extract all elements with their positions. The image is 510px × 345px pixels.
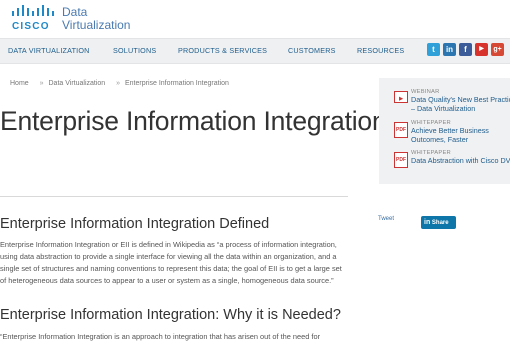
pdf-icon: PDF bbox=[394, 152, 408, 168]
breadcrumb: Home » Data Virtualization » Enterprise … bbox=[10, 80, 232, 87]
nav-products-services[interactable]: PRODUCTS & SERVICES bbox=[178, 46, 267, 55]
breadcrumb-separator: » bbox=[39, 80, 44, 87]
breadcrumb-data-virtualization[interactable]: Data Virtualization bbox=[49, 80, 106, 87]
section-body-defined: Enterprise Information Integration or EI… bbox=[0, 240, 342, 285]
twitter-icon[interactable]: t bbox=[427, 43, 440, 56]
nav-customers[interactable]: CUSTOMERS bbox=[288, 46, 336, 55]
nav-resources[interactable]: RESOURCES bbox=[357, 46, 404, 55]
page-title: Enterprise Information Integration bbox=[0, 106, 387, 136]
pdf-icon: PDF bbox=[394, 122, 408, 138]
resources-sidebar: ▶ WEBINAR Data Quality's New Best Practi… bbox=[379, 78, 510, 184]
logo-text: CISCO bbox=[12, 21, 50, 32]
resource-link[interactable]: Achieve Better Business Outcomes, Faster bbox=[411, 126, 510, 144]
breadcrumb-current: Enterprise Information Integration bbox=[125, 80, 229, 87]
share-label: Share bbox=[431, 220, 449, 226]
product-name: Data Virtualization bbox=[62, 6, 130, 32]
breadcrumb-home[interactable]: Home bbox=[10, 80, 29, 87]
breadcrumb-separator: » bbox=[116, 80, 121, 87]
linkedin-icon: in bbox=[424, 219, 431, 226]
resource-link[interactable]: Data Quality's New Best Practice – Data … bbox=[411, 95, 510, 113]
section-body-why-needed: “Enterprise Information Integration is a… bbox=[0, 332, 321, 341]
nav-solutions[interactable]: SOLUTIONS bbox=[113, 46, 156, 55]
nav-data-virtualization[interactable]: DATA VIRTUALIZATION bbox=[8, 46, 90, 55]
google-plus-icon[interactable]: g+ bbox=[491, 43, 504, 56]
linkedin-share-button[interactable]: in Share bbox=[421, 216, 456, 229]
resource-link[interactable]: Data Abstraction with Cisco DV bbox=[411, 156, 510, 166]
section-heading-defined: Enterprise Information Integration Defin… bbox=[0, 216, 270, 232]
video-icon: ▶ bbox=[394, 91, 408, 103]
site-header: CISCO Data Virtualization bbox=[0, 0, 510, 38]
product-name-line2: Virtualization bbox=[62, 18, 131, 32]
cisco-logo[interactable]: CISCO bbox=[10, 5, 58, 33]
linkedin-icon[interactable]: in bbox=[443, 43, 456, 56]
divider bbox=[0, 196, 348, 197]
youtube-icon[interactable]: ▶ bbox=[475, 43, 488, 56]
section-heading-why-needed: Enterprise Information Integration: Why … bbox=[0, 307, 341, 323]
tweet-button[interactable]: Tweet bbox=[378, 216, 394, 222]
facebook-icon[interactable]: f bbox=[459, 43, 472, 56]
main-nav: DATA VIRTUALIZATION SOLUTIONS PRODUCTS &… bbox=[0, 38, 510, 64]
